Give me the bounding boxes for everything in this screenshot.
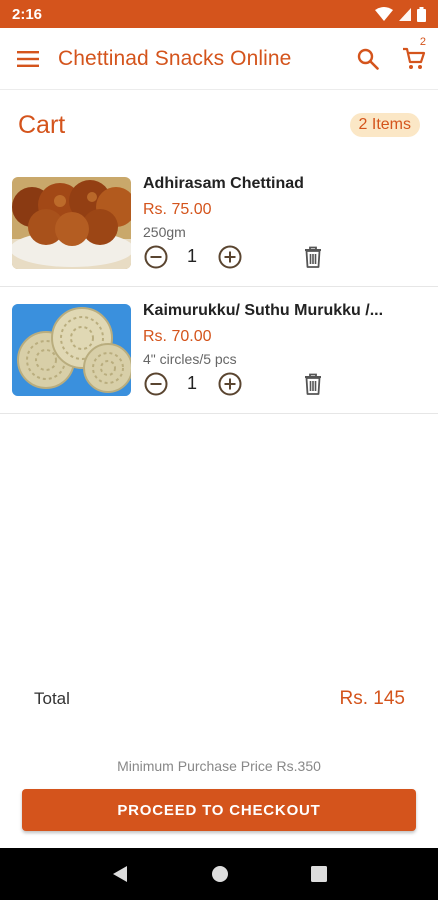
minus-circle-icon (144, 372, 168, 396)
cart-button[interactable]: 2 (390, 28, 438, 90)
increase-quantity-button[interactable] (218, 245, 242, 269)
cell-signal-icon (399, 7, 411, 21)
items-count-badge: 2 Items (349, 113, 420, 137)
item-name[interactable]: Kaimurukku/ Suthu Murukku /... (143, 302, 423, 322)
recents-icon[interactable] (311, 866, 327, 882)
cart-count-badge: 2 (419, 35, 426, 48)
item-info: Kaimurukku/ Suthu Murukku /... Rs. 70.00… (143, 302, 423, 369)
total-value: Rs. 145 (339, 688, 405, 709)
quantity-stepper: 1 (143, 372, 333, 396)
decrease-quantity-button[interactable] (144, 245, 168, 269)
cart-header: Cart 2 Items (0, 92, 438, 158)
plus-circle-icon (218, 372, 242, 396)
remove-item-button[interactable] (301, 372, 325, 396)
item-price: Rs. 70.00 (143, 328, 212, 345)
back-icon[interactable] (111, 865, 129, 883)
decrease-quantity-button[interactable] (144, 372, 168, 396)
minus-circle-icon (144, 245, 168, 269)
quantity-stepper: 1 (143, 245, 333, 269)
proceed-to-checkout-button[interactable]: PROCEED TO CHECKOUT (22, 789, 416, 831)
increase-quantity-button[interactable] (218, 372, 242, 396)
item-price: Rs. 75.00 (143, 201, 212, 218)
cart-title: Cart (18, 110, 66, 139)
item-name[interactable]: Adhirasam Chettinad (143, 175, 423, 195)
system-navigation-bar (0, 848, 438, 900)
hamburger-menu-icon (17, 50, 39, 67)
adhirasam-photo[interactable] (12, 177, 131, 269)
total-label: Total (34, 689, 70, 708)
plus-circle-icon (218, 245, 242, 269)
cart-item: Kaimurukku/ Suthu Murukku /... Rs. 70.00… (0, 288, 438, 414)
search-icon (357, 48, 379, 70)
cart-item: Adhirasam Chettinad Rs. 75.00 250gm 1 (0, 161, 438, 287)
app-bar: Chettinad Snacks Online 2 (0, 28, 438, 90)
search-button[interactable] (346, 28, 390, 90)
status-icons (375, 6, 426, 22)
quantity-value: 1 (186, 246, 197, 266)
shopping-cart-icon (403, 47, 426, 69)
home-icon[interactable] (211, 865, 229, 883)
wifi-icon (375, 7, 393, 21)
status-bar: 2:16 (0, 0, 438, 28)
minimum-purchase-note: Minimum Purchase Price Rs.350 (117, 758, 321, 774)
murukku-photo[interactable] (12, 304, 131, 396)
item-variant: 250gm (143, 224, 186, 240)
app-title: Chettinad Snacks Online (58, 46, 292, 70)
total-row: Total Rs. 145 (0, 678, 438, 720)
item-info: Adhirasam Chettinad Rs. 75.00 250gm (143, 175, 423, 242)
status-time: 2:16 (12, 5, 43, 23)
remove-item-button[interactable] (301, 245, 325, 269)
menu-button[interactable] (0, 28, 56, 90)
battery-icon (417, 6, 426, 22)
trash-icon (305, 246, 321, 268)
trash-icon (305, 373, 321, 395)
item-variant: 4" circles/5 pcs (143, 351, 237, 367)
quantity-value: 1 (186, 373, 197, 393)
